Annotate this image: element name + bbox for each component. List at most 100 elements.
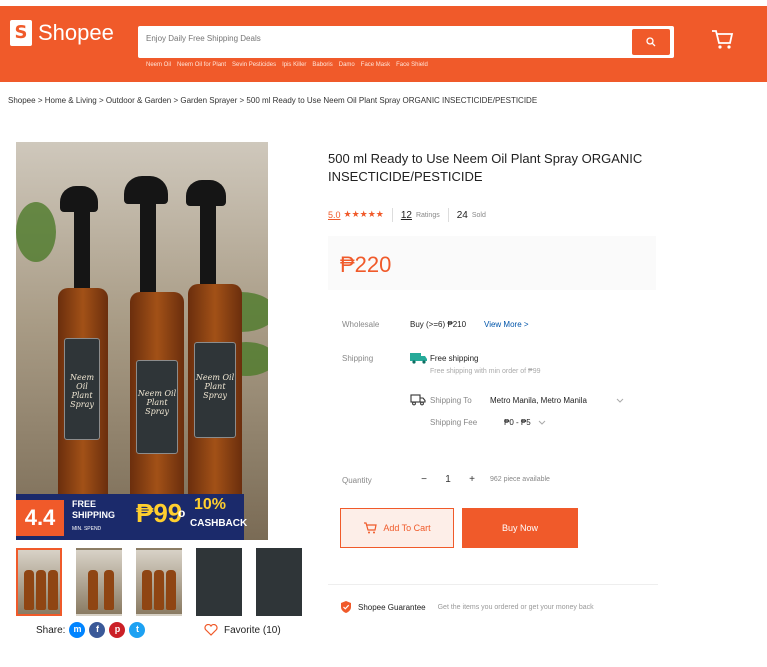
guarantee-title: Shopee Guarantee — [358, 602, 426, 612]
twitter-icon[interactable]: t — [129, 622, 146, 638]
suggestion-link[interactable]: Ipis Killer — [282, 62, 306, 68]
search-button[interactable] — [632, 29, 670, 55]
rating-stars-icon: ★★★★★ — [343, 210, 384, 220]
thumbnail-1[interactable] — [16, 548, 62, 616]
rating-row: 5.0 ★★★★★ 12 Ratings 24 Sold — [328, 208, 486, 222]
shipping-to-label: Shipping To — [430, 396, 472, 405]
thumb-bottle — [142, 570, 152, 610]
delivery-truck-icon — [410, 394, 426, 406]
thumb-bottle — [104, 570, 114, 610]
suggestion-link[interactable]: Baboris — [312, 62, 332, 68]
breadcrumb: Shopee > Home & Living > Outdoor & Garde… — [8, 96, 538, 105]
thumbnail-4[interactable] — [196, 548, 242, 616]
thumbnail-strip — [16, 548, 302, 616]
sold-label: Sold — [471, 211, 486, 219]
pinterest-icon[interactable]: p — [109, 622, 126, 638]
add-cart-icon — [364, 522, 378, 534]
thumbnail-2[interactable] — [76, 548, 122, 616]
suggestion-link[interactable]: Sevin Pesticides — [232, 62, 276, 68]
breadcrumb-item[interactable]: Garden Sprayer — [180, 96, 237, 105]
promo-amount: ₱99 — [136, 498, 183, 528]
buy-now-button[interactable]: Buy Now — [462, 508, 578, 548]
add-to-cart-button[interactable]: Add To Cart — [340, 508, 454, 548]
suggestion-link[interactable]: Face Mask — [361, 62, 390, 68]
promo-free-shipping: FREE SHIPPING — [72, 500, 115, 520]
divider — [328, 584, 658, 585]
wholesale-label: Wholesale — [342, 320, 380, 329]
bottle-label: Neem Oil Plant Spray — [136, 360, 178, 454]
favorite-label: Favorite (10) — [224, 624, 281, 636]
breadcrumb-item[interactable]: Outdoor & Garden — [106, 96, 171, 105]
favorite-button[interactable]: Favorite (10) — [204, 624, 281, 636]
top-header: S Shopee Neem Oil Neem Oil for Plant Sev… — [0, 6, 767, 82]
promo-free-text: FREE — [72, 499, 97, 509]
product-price: ₱220 — [340, 252, 392, 277]
promo-connector: o — [178, 506, 186, 520]
rating-value[interactable]: 5.0 — [328, 210, 341, 220]
shopping-bag-icon: S — [10, 20, 32, 46]
shopee-guarantee[interactable]: Shopee Guarantee Get the items you order… — [340, 600, 594, 614]
shield-icon — [341, 601, 351, 613]
breadcrumb-current: 500 ml Ready to Use Neem Oil Plant Spray… — [246, 96, 538, 105]
facebook-icon[interactable]: f — [89, 622, 106, 638]
sprayer-neck — [200, 204, 216, 284]
shipping-fee-label: Shipping Fee — [430, 418, 478, 427]
search-input[interactable] — [146, 34, 626, 43]
truck-icon — [410, 353, 427, 364]
suggestion-link[interactable]: Damo — [339, 62, 355, 68]
wholesale-value: Buy (>=6) ₱210 — [410, 320, 467, 329]
suggestion-link[interactable]: Neem Oil — [146, 62, 171, 68]
thumb-bottle — [36, 570, 46, 610]
guarantee-text: Get the items you ordered or get your mo… — [437, 603, 594, 611]
promo-cashback: CASHBACK — [190, 518, 248, 529]
promo-banner: 4.4 FREE SHIPPING MIN. SPEND ₱99 o 10% C… — [16, 494, 248, 540]
free-shipping-text: Free shipping — [430, 354, 479, 363]
logo-text: Shopee — [38, 20, 114, 45]
share-label: Share: — [36, 624, 66, 636]
thumb-bottle — [48, 570, 58, 610]
chevron-down-icon[interactable] — [538, 420, 546, 426]
heart-icon — [204, 624, 218, 636]
promo-sale-badge: 4.4 — [16, 500, 64, 536]
plant-leaf — [16, 202, 56, 262]
sold-count: 24 — [456, 209, 468, 221]
quantity-stepper: − 1 + — [412, 474, 484, 485]
free-shipping-note: Free shipping with min order of ₱99 — [430, 368, 541, 375]
cart-icon[interactable] — [710, 28, 734, 50]
suggestion-link[interactable]: Neem Oil for Plant — [177, 62, 226, 68]
product-title: 500 ml Ready to Use Neem Oil Plant Spray… — [328, 151, 643, 184]
quantity-increase-button[interactable]: + — [460, 474, 484, 485]
ratings-count[interactable]: 12 — [401, 210, 412, 221]
suggestion-link[interactable]: Face Shield — [396, 62, 428, 68]
bottle-label-text: Neem Oil Plant Spray — [195, 373, 235, 400]
promo-percent: 10% — [194, 496, 227, 513]
quantity-input[interactable]: 1 — [436, 474, 460, 485]
sprayer-neck — [74, 210, 90, 288]
quantity-label: Quantity — [342, 476, 372, 485]
ratings-label: Ratings — [415, 211, 440, 219]
breadcrumb-item[interactable]: Home & Living — [45, 96, 97, 105]
bottle-label: Neem Oil Plant Spray — [64, 338, 100, 440]
thumb-bottle — [88, 570, 98, 610]
search-bar — [138, 26, 674, 58]
chevron-down-icon[interactable] — [616, 398, 624, 404]
shipping-fee-value[interactable]: ₱0 - ₱5 — [504, 418, 531, 427]
view-more-link[interactable]: View More > — [484, 320, 529, 329]
sprayer-head — [60, 186, 98, 212]
search-icon — [646, 37, 656, 47]
product-main-image[interactable]: Neem Oil Plant Spray Neem Oil Plant Spra… — [16, 142, 268, 540]
sprayer-neck — [140, 202, 156, 292]
add-to-cart-label: Add To Cart — [383, 523, 431, 533]
thumbnail-5[interactable] — [256, 548, 302, 616]
stock-available: 962 piece available — [490, 476, 550, 483]
sprayer-head — [124, 176, 168, 204]
quantity-decrease-button[interactable]: − — [412, 474, 436, 485]
bottle-label-text: Neem Oil Plant Spray — [69, 373, 95, 409]
breadcrumb-item[interactable]: Shopee — [8, 96, 36, 105]
thumb-bottle — [166, 570, 176, 610]
thumbnail-3[interactable] — [136, 548, 182, 616]
messenger-icon[interactable]: m — [69, 622, 86, 638]
shipping-to-value[interactable]: Metro Manila, Metro Manila — [490, 396, 587, 405]
share-row: Share: m f p t — [36, 622, 146, 638]
shopee-logo[interactable]: S Shopee — [10, 20, 114, 46]
